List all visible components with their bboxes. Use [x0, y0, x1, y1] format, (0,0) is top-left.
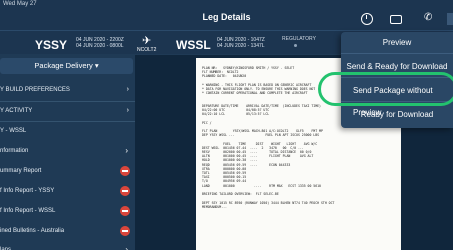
- departure-time-local: 04 JUN 2020 - 0800L: [76, 43, 124, 49]
- remove-icon[interactable]: [120, 226, 130, 236]
- list-item[interactable]: ummary Report: [0, 162, 135, 180]
- regulatory-tab[interactable]: REGULATORY: [282, 36, 316, 42]
- menu-item-preview[interactable]: Preview: [341, 32, 453, 54]
- list-item[interactable]: nformation ›: [0, 142, 135, 160]
- chevron-right-icon: ›: [125, 245, 128, 250]
- departure-times: 04 JUN 2020 - 2200Z 04 JUN 2020 - 0800L: [76, 37, 124, 49]
- list-item-label: ined Bulletins - Australia: [0, 228, 65, 234]
- arrival-time-local: 04 JUN 2020 - 1347L: [217, 43, 265, 49]
- chevron-right-icon: ›: [125, 146, 128, 155]
- chevron-down-icon: ▾: [94, 61, 99, 70]
- status-date: Wed May 27: [3, 1, 37, 7]
- video-icon[interactable]: [390, 15, 402, 24]
- divider: [0, 121, 135, 122]
- chevron-right-icon: ›: [126, 107, 129, 114]
- remove-icon[interactable]: [120, 186, 130, 196]
- phone-icon[interactable]: ✆: [424, 12, 436, 24]
- airplane-icon: ✈: [142, 35, 152, 47]
- package-delivery-label: Package Delivery: [34, 61, 93, 70]
- list-item-label: nformation: [0, 148, 29, 154]
- list-item[interactable]: lans ›: [0, 241, 135, 250]
- list-item[interactable]: f Info Report - WSSL: [0, 202, 135, 220]
- section-activity[interactable]: Y ACTIVITY ›: [0, 105, 135, 117]
- arrival-code: WSSL: [176, 38, 211, 52]
- highlight-ring: [318, 72, 453, 106]
- departure-code: YSSY: [35, 38, 68, 52]
- remove-icon[interactable]: [120, 166, 130, 176]
- list-item-label: f Info Report - YSSY: [0, 188, 55, 194]
- aircraft-registration: NCOLT2: [137, 47, 157, 53]
- page-title: Leg Details: [202, 12, 251, 22]
- section-label: Y - WSSL: [0, 128, 27, 134]
- overflow-button[interactable]: [447, 13, 453, 25]
- navigation-bar: Leg Details ✆: [0, 8, 453, 30]
- section-label: Y ACTIVITY: [0, 108, 33, 114]
- arrival-times: 04 JUN 2020 - 1047Z 04 JUN 2020 - 1347L: [217, 37, 265, 49]
- package-delivery-button[interactable]: Package Delivery ▾: [0, 58, 133, 74]
- list-item[interactable]: f Info Report - YSSY: [0, 182, 135, 200]
- list-item-label: f Info Report - WSSL: [0, 208, 56, 214]
- chevron-right-icon: ›: [126, 86, 129, 93]
- remove-icon[interactable]: [120, 206, 130, 216]
- clock-icon[interactable]: [361, 13, 373, 25]
- section-route: Y - WSSL: [0, 125, 135, 137]
- package-sidebar: Package Delivery ▾ Y BUILD PREFERENCES ›…: [0, 55, 135, 250]
- section-label: Y BUILD PREFERENCES: [0, 87, 70, 93]
- status-bar: Wed May 27: [0, 0, 453, 8]
- menu-item-ready-download[interactable]: Ready for Download: [341, 104, 453, 126]
- divider: [0, 101, 135, 102]
- list-item-label: ummary Report: [0, 168, 42, 174]
- section-build-preferences[interactable]: Y BUILD PREFERENCES ›: [0, 84, 135, 96]
- page-indicator-dot: [294, 44, 297, 47]
- list-item[interactable]: ined Bulletins - Australia: [0, 222, 135, 240]
